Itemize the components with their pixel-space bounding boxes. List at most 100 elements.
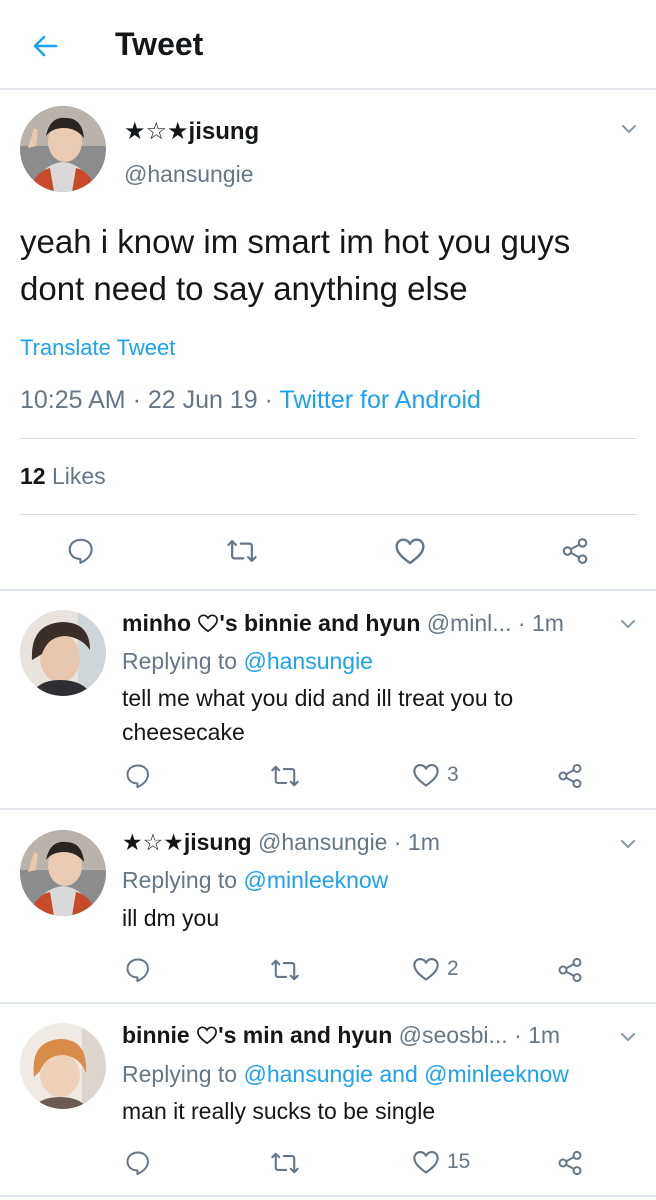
tweet-time: 1m (407, 829, 440, 855)
share-icon (558, 1150, 582, 1176)
chevron-down-icon (622, 125, 636, 133)
tweet-text: man it really sucks to be single (122, 1098, 436, 1124)
display-name-suffix: 's min and hyun (218, 1022, 393, 1048)
likes-count: 12 (20, 463, 46, 489)
retweet-button[interactable] (270, 1149, 300, 1177)
avatar[interactable] (20, 1023, 106, 1109)
reply-button[interactable] (124, 956, 152, 984)
display-name[interactable]: minho 's binnie and hyun (122, 610, 420, 636)
display-name-suffix: 's binnie and hyun (219, 610, 421, 636)
tweet-text: ill dm you (122, 905, 220, 931)
like-count: 15 (447, 1150, 471, 1173)
likes-label: Likes (51, 463, 106, 489)
reply-button[interactable] (66, 536, 96, 566)
share-icon (558, 957, 582, 983)
divider (0, 1002, 656, 1004)
handle[interactable]: @hansungie (124, 161, 254, 188)
handle[interactable]: @minl... (427, 610, 512, 636)
replying-to-link[interactable]: @hansungie (243, 648, 373, 674)
tweet-text: yeah i know im smart im hot you guys don… (20, 223, 571, 307)
divider (0, 808, 656, 810)
avatar[interactable] (20, 610, 106, 696)
handle[interactable]: @seosbi... (399, 1022, 508, 1048)
likes-stat[interactable]: 12 Likes (20, 463, 106, 490)
meta-separator: · (517, 610, 532, 636)
share-button[interactable] (556, 1149, 584, 1177)
handle[interactable]: @hansungie (258, 829, 388, 855)
like-button[interactable]: 2 (412, 956, 459, 982)
tweet-time: 1m (531, 610, 564, 636)
meta-separator: · (132, 386, 148, 414)
meta-separator: · (264, 386, 280, 414)
translate-tweet-link[interactable]: Translate Tweet (20, 335, 175, 361)
reply-icon (126, 764, 149, 789)
avatar[interactable] (20, 106, 106, 192)
heart-icon (413, 1151, 439, 1174)
reply-button[interactable] (124, 762, 152, 790)
reply-header: minho 's binnie and hyun @minl... · 1m (122, 610, 564, 637)
like-button[interactable]: 3 (412, 762, 459, 788)
divider (20, 514, 637, 515)
reply-button[interactable] (124, 1149, 152, 1177)
tweet-menu-button[interactable] (620, 1030, 636, 1048)
tweet-text: tell me what you did and ill treat you t… (122, 685, 514, 745)
heart-outline-icon (198, 614, 219, 633)
retweet-button[interactable] (226, 536, 258, 566)
chevron-down-icon (621, 620, 635, 628)
retweet-icon (271, 765, 299, 787)
display-name[interactable]: binnie 's min and hyun (122, 1022, 392, 1048)
reply-icon (126, 958, 149, 983)
replying-to: Replying to @hansungie (122, 648, 373, 675)
replying-to-link[interactable]: @hansungie and @minleeknow (243, 1061, 568, 1087)
reply-icon (126, 1151, 149, 1176)
heart-icon (395, 538, 425, 565)
tweet-menu-button[interactable] (621, 122, 637, 140)
tweet-menu-button[interactable] (620, 837, 636, 855)
divider (0, 589, 656, 591)
avatar[interactable] (20, 830, 106, 916)
like-button[interactable]: 15 (412, 1149, 470, 1175)
reply-header: binnie 's min and hyun @seosbi... · 1m (122, 1022, 560, 1049)
share-button[interactable] (556, 762, 584, 790)
chevron-down-icon (621, 1033, 635, 1041)
meta-separator: · (514, 1022, 529, 1048)
tweet-client-link[interactable]: Twitter for Android (279, 386, 480, 414)
chevron-down-icon (621, 840, 635, 848)
retweet-button[interactable] (270, 762, 300, 790)
reply-icon (68, 538, 93, 564)
retweet-button[interactable] (270, 956, 300, 984)
heart-outline-icon (197, 1026, 218, 1045)
retweet-icon (271, 959, 299, 981)
divider (0, 1195, 656, 1197)
retweet-icon (271, 1152, 299, 1174)
meta-separator: · (393, 829, 408, 855)
display-name[interactable]: ★☆★jisung (124, 117, 259, 146)
replying-to-link[interactable]: @minleeknow (243, 867, 388, 893)
tweet-menu-button[interactable] (620, 617, 636, 635)
page-title: Tweet (115, 26, 204, 62)
reply-header: ★☆★jisung @hansungie · 1m (122, 829, 440, 856)
replying-label: Replying to (122, 867, 238, 893)
heart-icon (413, 958, 439, 981)
tweet-time: 10:25 AM (20, 386, 126, 414)
share-icon (562, 538, 588, 564)
replying-to: Replying to @minleeknow (122, 867, 388, 894)
replying-label: Replying to (122, 1061, 238, 1087)
display-name-prefix: binnie (122, 1022, 190, 1048)
like-button[interactable] (394, 536, 426, 566)
back-arrow-icon (33, 35, 58, 57)
tweet-time: 1m (528, 1022, 561, 1048)
like-count: 3 (447, 763, 459, 786)
replying-label: Replying to (122, 648, 238, 674)
top-bar: Tweet (0, 0, 656, 90)
back-button[interactable] (30, 26, 60, 66)
display-name-prefix: minho (122, 610, 191, 636)
like-count: 2 (447, 957, 459, 980)
divider (20, 438, 637, 439)
heart-icon (413, 764, 439, 787)
share-button[interactable] (560, 536, 590, 566)
display-name[interactable]: ★☆★jisung (122, 829, 252, 855)
tweet-meta: 10:25 AM · 22 Jun 19 · Twitter for Andro… (20, 386, 481, 415)
tweet-date: 22 Jun 19 (147, 386, 258, 414)
share-button[interactable] (556, 956, 584, 984)
